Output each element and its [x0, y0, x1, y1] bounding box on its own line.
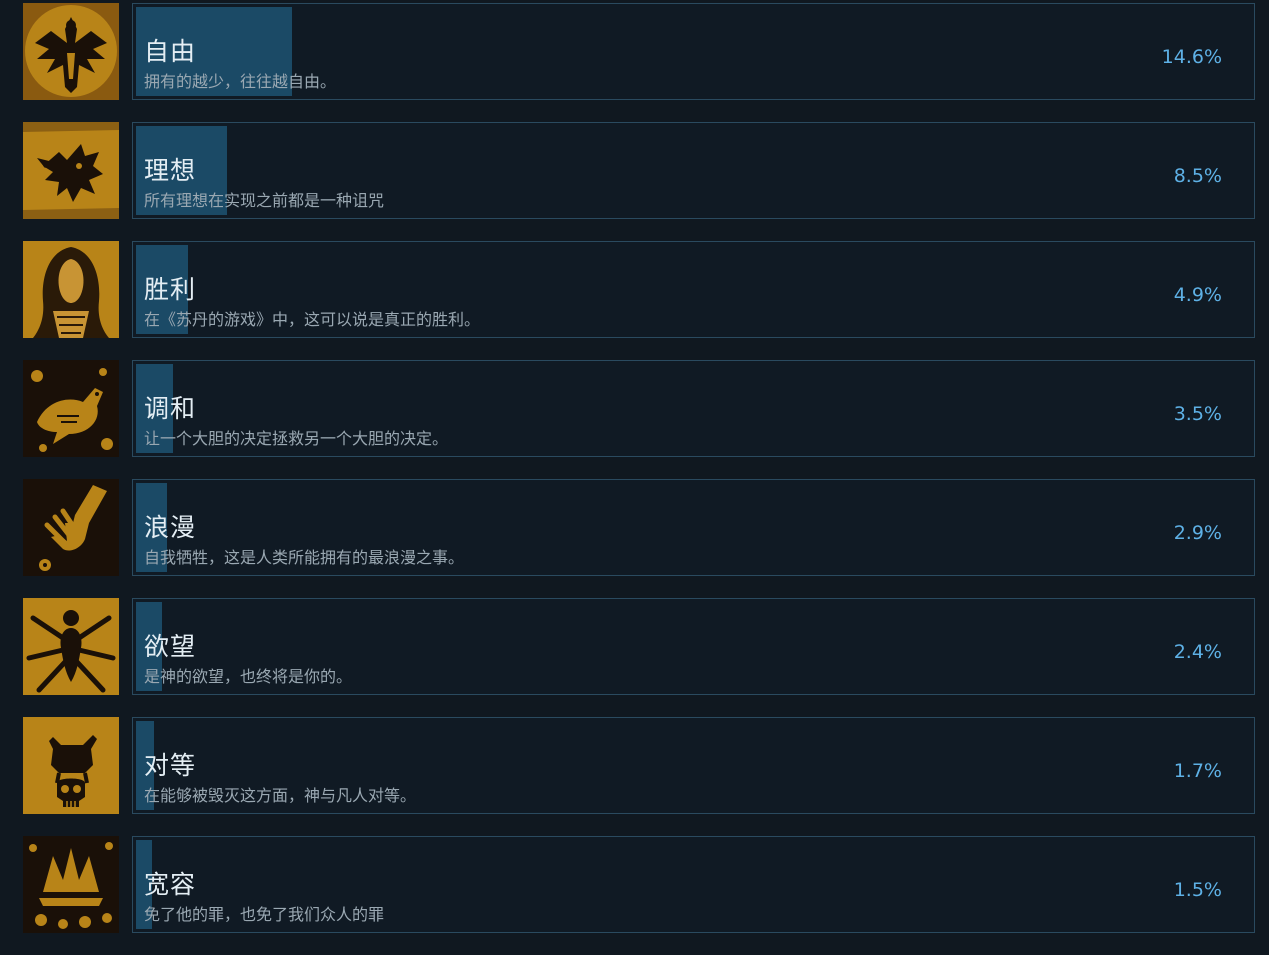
achievement-row[interactable]: 对等 在能够被毁灭这方面，神与凡人对等。 1.7%	[23, 717, 1255, 814]
bird-icon	[23, 360, 119, 457]
dragon-icon	[23, 122, 119, 219]
unlock-percentage: 1.5%	[1173, 879, 1222, 901]
achievement-description: 拥有的越少，往往越自由。	[144, 72, 337, 91]
unlock-percentage: 2.4%	[1173, 641, 1222, 663]
achievement-title: 理想	[144, 156, 197, 185]
crown-flowers-icon	[23, 836, 119, 933]
achievement-row[interactable]: 调和 让一个大胆的决定拯救另一个大胆的决定。 3.5%	[23, 360, 1255, 457]
achievement-title: 宽容	[144, 870, 197, 899]
achievement-row[interactable]: 理想 所有理想在实现之前都是一种诅咒 8.5%	[23, 122, 1255, 219]
achievement-card: 理想 所有理想在实现之前都是一种诅咒 8.5%	[132, 122, 1255, 219]
unlock-percentage: 1.7%	[1173, 760, 1222, 782]
achievement-title: 自由	[144, 37, 197, 66]
achievement-row[interactable]: 浪漫 自我牺牲，这是人类所能拥有的最浪漫之事。 2.9%	[23, 479, 1255, 576]
achievement-list: 自由 拥有的越少，往往越自由。 14.6% 理想 所有理想在实现之前都是一种诅咒…	[23, 3, 1255, 955]
unlock-percentage: 14.6%	[1161, 46, 1222, 68]
achievement-row[interactable]: 胜利 在《苏丹的游戏》中，这可以说是真正的胜利。 4.9%	[23, 241, 1255, 338]
achievement-description: 让一个大胆的决定拯救另一个大胆的决定。	[144, 429, 449, 448]
achievement-description: 在《苏丹的游戏》中，这可以说是真正的胜利。	[144, 310, 481, 329]
achievement-card: 胜利 在《苏丹的游戏》中，这可以说是真正的胜利。 4.9%	[132, 241, 1255, 338]
winged-figure-icon	[23, 3, 119, 100]
achievement-title: 调和	[144, 394, 197, 423]
achievement-card: 对等 在能够被毁灭这方面，神与凡人对等。 1.7%	[132, 717, 1255, 814]
unlock-percentage: 3.5%	[1173, 403, 1222, 425]
unlock-percentage: 4.9%	[1173, 284, 1222, 306]
achievement-card: 欲望 是神的欲望，也终将是你的。 2.4%	[132, 598, 1255, 695]
achievement-title: 对等	[144, 751, 197, 780]
achievement-description: 是神的欲望，也终将是你的。	[144, 667, 353, 686]
achievement-row[interactable]: 自由 拥有的越少，往往越自由。 14.6%	[23, 3, 1255, 100]
veiled-woman-icon	[23, 241, 119, 338]
goat-skull-icon	[23, 717, 119, 814]
achievement-description: 在能够被毁灭这方面，神与凡人对等。	[144, 786, 417, 805]
hand-flower-icon	[23, 479, 119, 576]
unlock-percentage: 2.9%	[1173, 522, 1222, 544]
achievement-card: 调和 让一个大胆的决定拯救另一个大胆的决定。 3.5%	[132, 360, 1255, 457]
achievement-description: 免了他的罪，也免了我们众人的罪	[144, 905, 385, 924]
achievement-card: 宽容 免了他的罪，也免了我们众人的罪 1.5%	[132, 836, 1255, 933]
achievement-row[interactable]: 宽容 免了他的罪，也免了我们众人的罪 1.5%	[23, 836, 1255, 933]
achievement-title: 浪漫	[144, 513, 197, 542]
achievement-row[interactable]: 欲望 是神的欲望，也终将是你的。 2.4%	[23, 598, 1255, 695]
achievement-title: 胜利	[144, 275, 197, 304]
unlock-percentage: 8.5%	[1173, 165, 1222, 187]
achievement-description: 自我牺牲，这是人类所能拥有的最浪漫之事。	[144, 548, 465, 567]
achievement-card: 浪漫 自我牺牲，这是人类所能拥有的最浪漫之事。 2.9%	[132, 479, 1255, 576]
achievement-description: 所有理想在实现之前都是一种诅咒	[144, 191, 385, 210]
achievement-card: 自由 拥有的越少，往往越自由。 14.6%	[132, 3, 1255, 100]
many-arms-icon	[23, 598, 119, 695]
achievement-title: 欲望	[144, 632, 197, 661]
